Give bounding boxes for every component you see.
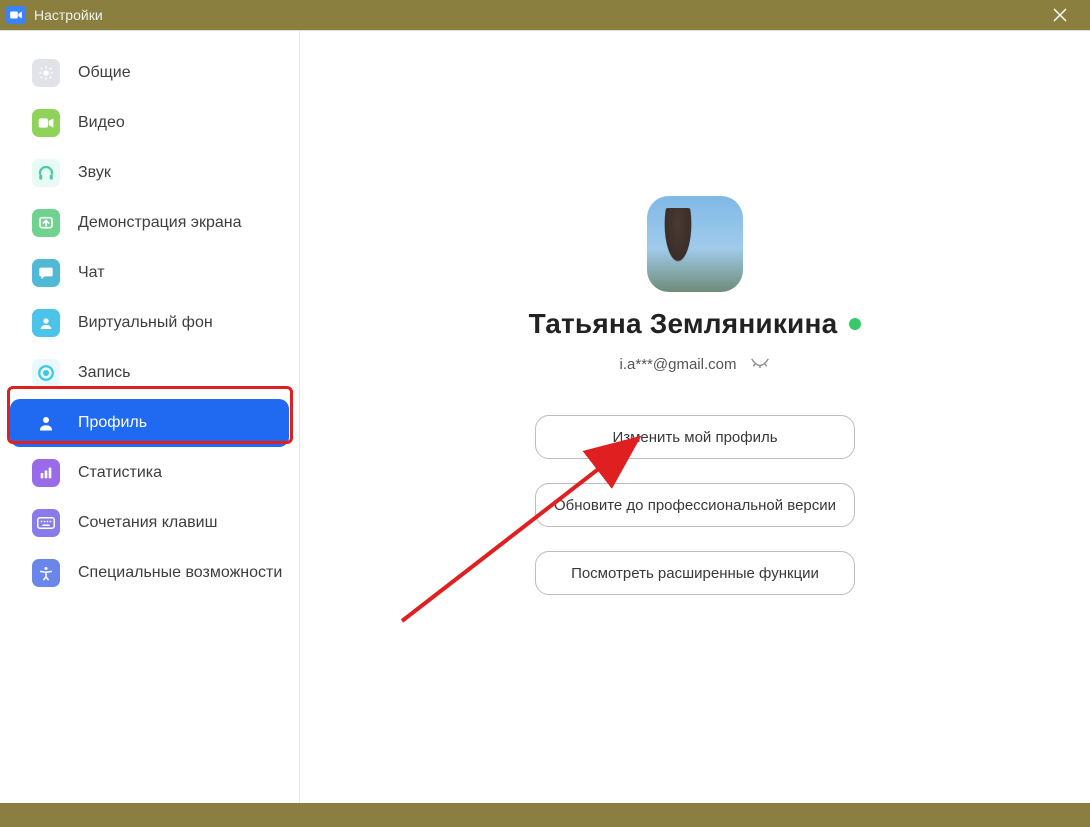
gear-icon xyxy=(32,59,60,87)
camera-icon xyxy=(32,109,60,137)
app-icon xyxy=(6,6,26,24)
profile-name: Татьяна Земляникина xyxy=(529,308,838,340)
sidebar-item-label: Видео xyxy=(78,114,125,132)
footerbar xyxy=(0,803,1090,827)
titlebar: Настройки xyxy=(0,0,1090,30)
sidebar: Общие Видео Звук Демонстрация экрана xyxy=(0,31,300,803)
sidebar-item-label: Виртуальный фон xyxy=(78,314,213,332)
record-icon xyxy=(32,359,60,387)
email-row: i.a***@gmail.com xyxy=(620,356,771,373)
sidebar-item-label: Запись xyxy=(78,364,131,382)
sidebar-item-profile[interactable]: Профиль xyxy=(10,399,289,447)
sidebar-item-label: Чат xyxy=(78,264,105,282)
sidebar-item-label: Профиль xyxy=(78,414,147,432)
sidebar-item-audio[interactable]: Звук xyxy=(10,149,289,197)
profile-name-row: Татьяна Земляникина xyxy=(529,308,862,340)
sidebar-item-share[interactable]: Демонстрация экрана xyxy=(10,199,289,247)
profile-email: i.a***@gmail.com xyxy=(620,356,737,373)
sidebar-item-accessibility[interactable]: Специальные возможности xyxy=(10,549,289,597)
hide-email-icon[interactable] xyxy=(750,356,770,373)
sidebar-item-recording[interactable]: Запись xyxy=(10,349,289,397)
advanced-features-button[interactable]: Посмотреть расширенные функции xyxy=(535,551,855,595)
chat-icon xyxy=(32,259,60,287)
headphones-icon xyxy=(32,159,60,187)
edit-profile-button[interactable]: Изменить мой профиль xyxy=(535,415,855,459)
accessibility-icon xyxy=(32,559,60,587)
virtual-background-icon xyxy=(32,309,60,337)
share-screen-icon xyxy=(32,209,60,237)
sidebar-item-label: Сочетания клавиш xyxy=(78,514,217,532)
profile-panel: Татьяна Земляникина i.a***@gmail.com Изм… xyxy=(300,31,1090,803)
close-button[interactable] xyxy=(1040,0,1080,30)
status-online-icon xyxy=(849,318,861,330)
sidebar-item-label: Звук xyxy=(78,164,111,182)
sidebar-item-label: Демонстрация экрана xyxy=(78,214,242,232)
sidebar-item-chat[interactable]: Чат xyxy=(10,249,289,297)
sidebar-item-statistics[interactable]: Статистика xyxy=(10,449,289,497)
sidebar-item-label: Специальные возможности xyxy=(78,564,282,582)
keyboard-icon xyxy=(32,509,60,537)
sidebar-item-label: Статистика xyxy=(78,464,162,482)
avatar[interactable] xyxy=(647,196,743,292)
window-title: Настройки xyxy=(34,7,103,23)
sidebar-item-general[interactable]: Общие xyxy=(10,49,289,97)
stats-icon xyxy=(32,459,60,487)
person-icon xyxy=(32,409,60,437)
upgrade-button[interactable]: Обновите до профессиональной версии xyxy=(535,483,855,527)
sidebar-item-shortcuts[interactable]: Сочетания клавиш xyxy=(10,499,289,547)
sidebar-item-video[interactable]: Видео xyxy=(10,99,289,147)
sidebar-item-label: Общие xyxy=(78,64,131,82)
sidebar-item-vbg[interactable]: Виртуальный фон xyxy=(10,299,289,347)
